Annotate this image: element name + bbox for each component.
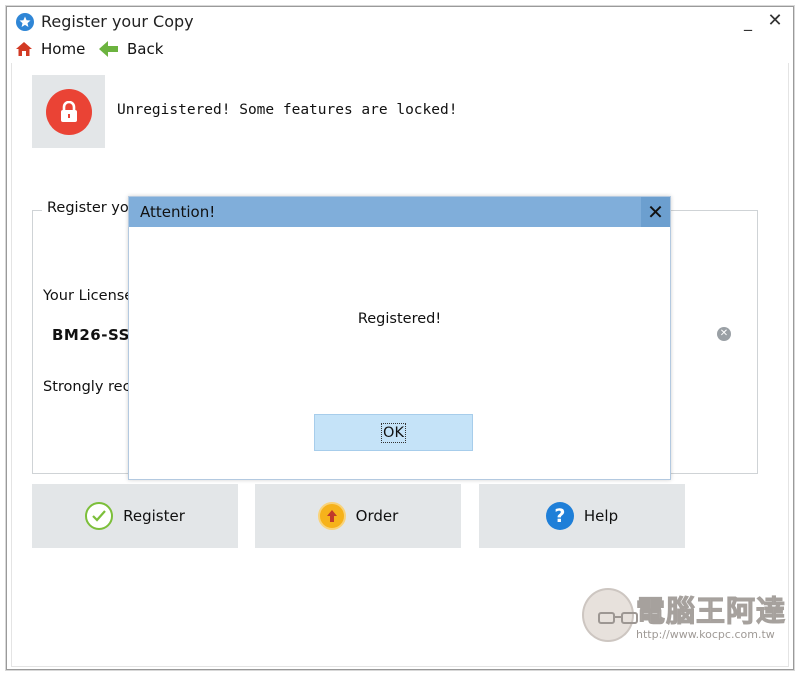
minimize-icon: _ [744, 12, 752, 31]
star-badge-icon [16, 13, 34, 31]
nav-bar: Home Back [7, 37, 793, 63]
lock-icon [45, 88, 92, 135]
home-label: Home [41, 40, 86, 58]
help-question-icon: ? [545, 502, 574, 530]
dialog-message: Registered! [357, 311, 442, 327]
license-label: Your License [43, 288, 134, 304]
title-bar: Register your Copy _ ✕ [7, 7, 793, 37]
dialog-header: Attention! ✕ [129, 197, 670, 227]
watermark-url: http://www.kocpc.com.tw [636, 628, 775, 641]
order-coin-icon [317, 502, 346, 530]
back-arrow-icon [99, 41, 118, 57]
home-link[interactable]: Home [15, 40, 85, 58]
help-button[interactable]: ? Help [479, 484, 685, 548]
order-button[interactable]: Order [255, 484, 461, 548]
minimize-button[interactable]: _ [737, 9, 759, 33]
dialog-close-button[interactable]: ✕ [641, 197, 670, 227]
window-close-button[interactable]: ✕ [764, 9, 786, 33]
dialog-title: Attention! [140, 203, 216, 221]
watermark: 電腦王阿達 http://www.kocpc.com.tw [574, 584, 792, 646]
help-label: Help [583, 507, 619, 525]
clear-x-icon[interactable]: ✕ [717, 327, 731, 341]
back-link[interactable]: Back [99, 40, 163, 58]
register-button[interactable]: Register [32, 484, 238, 548]
order-label: Order [355, 507, 399, 525]
dialog-close-icon: ✕ [647, 200, 664, 224]
back-label: Back [127, 40, 164, 58]
attention-dialog: Attention! ✕ Registered! OK [128, 196, 671, 480]
ok-button[interactable]: OK [314, 414, 473, 451]
watermark-title: 電腦王阿達 [635, 594, 787, 629]
close-icon: ✕ [767, 10, 783, 31]
window-title: Register your Copy [41, 12, 194, 31]
strongly-recommend-text: Strongly reco [43, 379, 140, 395]
ok-label: OK [381, 422, 406, 443]
unregistered-message: Unregistered! Some features are locked! [117, 102, 458, 118]
home-icon [16, 42, 32, 56]
check-circle-icon [85, 502, 114, 530]
register-label: Register [123, 507, 185, 525]
lock-status-box [32, 75, 105, 148]
mascot-face-icon [582, 588, 638, 642]
